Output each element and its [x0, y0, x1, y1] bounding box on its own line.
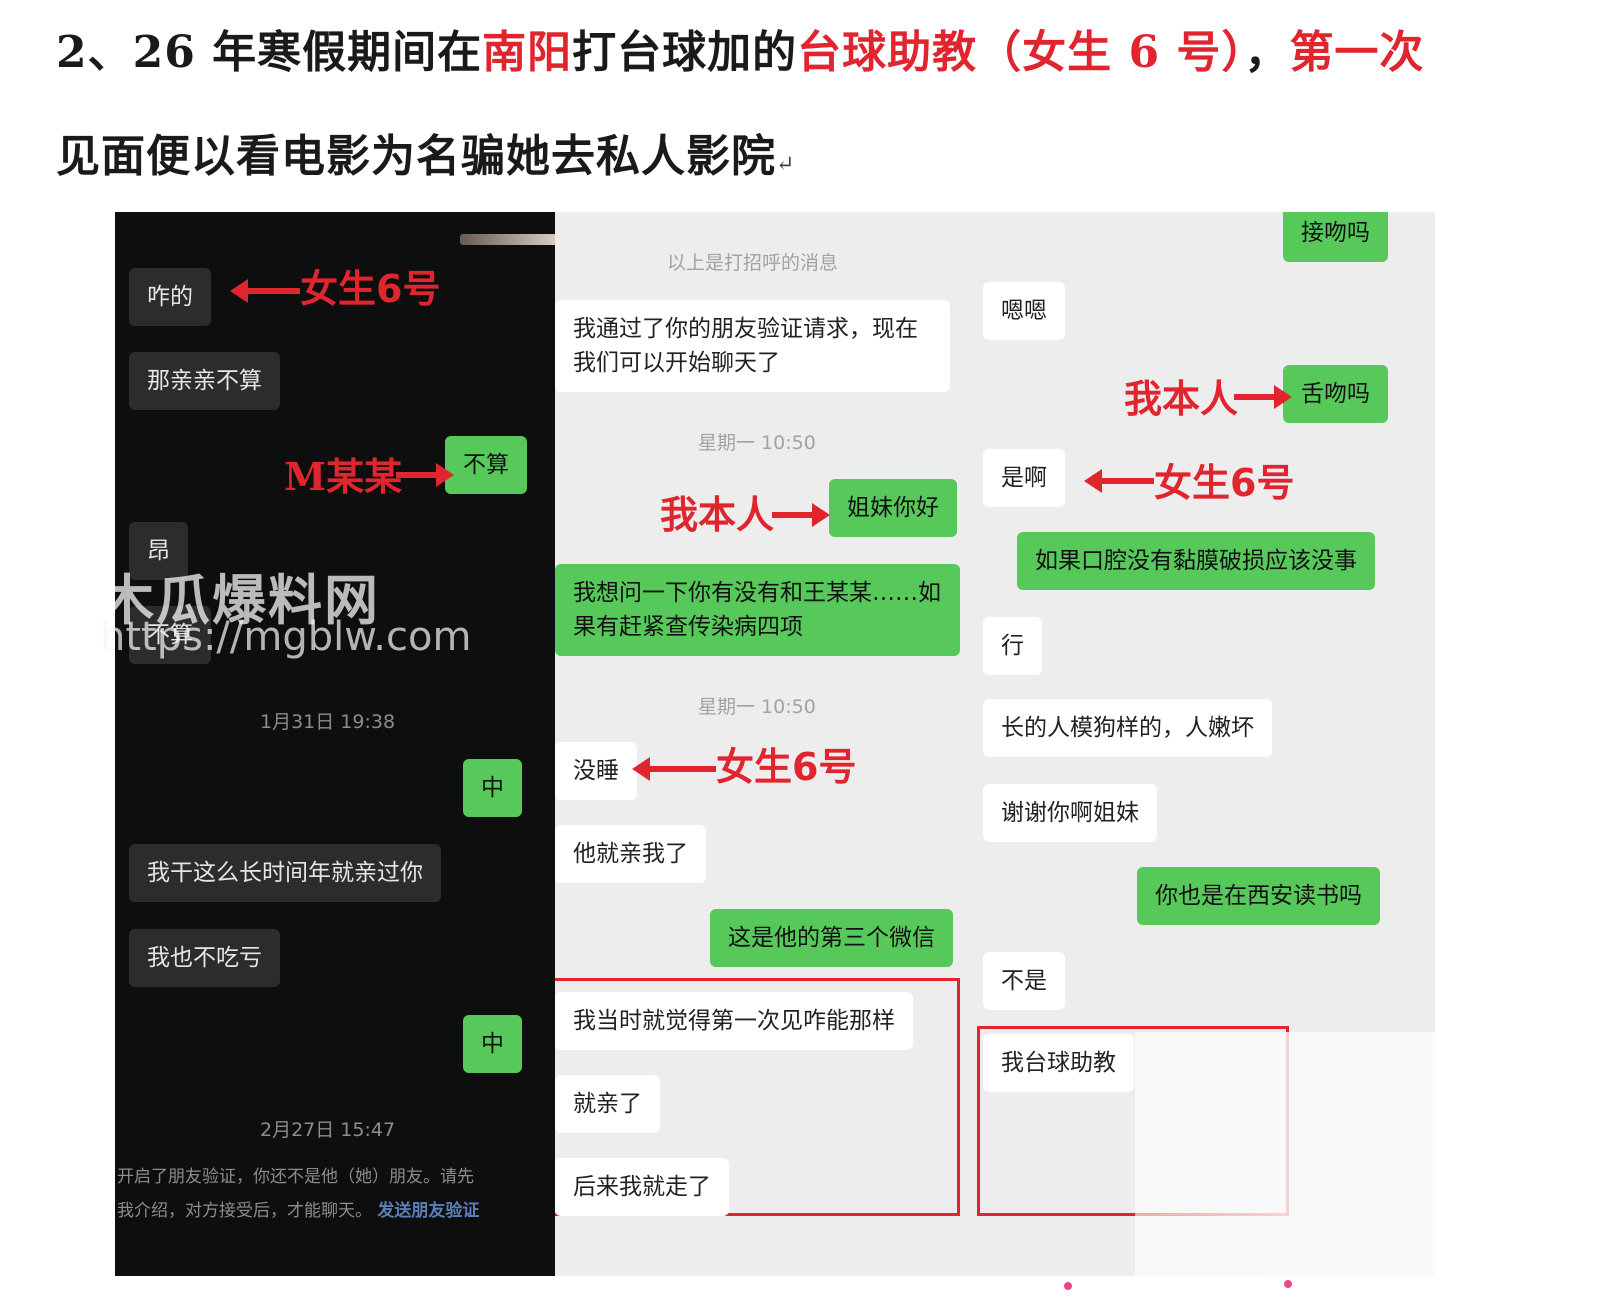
heading-line-1: 2、26 年寒假期间在南阳打台球加的台球助教（女生 6 号），第一次: [56, 16, 1424, 80]
message-zhangde: 长的人模狗样的，人嫩坏: [983, 699, 1272, 757]
return-mark: ↵: [776, 152, 796, 177]
message-houlai: 后来我就走了: [555, 1158, 729, 1216]
arrow-to-meishui: [632, 757, 716, 781]
message-naqin: 那亲亲不算: [129, 352, 280, 410]
annotation-girl6-1: 女生6号: [300, 267, 441, 311]
right-chat-screenshot: 以上是打招呼的消息 我通过了你的朋友验证请求，现在我们可以开始聊天了 星期一 1…: [555, 212, 1435, 1276]
heading-segment: 第一次: [1289, 27, 1425, 78]
arrow-to-shewen: [1234, 385, 1292, 409]
message-zhujiao: 我台球助教: [983, 1034, 1134, 1092]
watermark-url: https://mgblw.com: [100, 614, 472, 660]
arrow-to-shia: [1084, 469, 1154, 493]
greeting-hint: 以上是打招呼的消息: [667, 252, 839, 274]
heading-segment: 2、26 年寒假期间在: [56, 27, 483, 78]
arrow-to-zha: [230, 279, 300, 303]
timestamp-feb27: 2月27日 15:47: [260, 1119, 396, 1141]
message-disan: 这是他的第三个微信: [710, 909, 953, 967]
message-jiewen: 接吻吗: [1283, 212, 1388, 262]
message-enen: 嗯嗯: [983, 282, 1065, 340]
message-xiexie: 谢谢你啊姐妹: [983, 784, 1157, 842]
message-kouqiang: 如果口腔没有黏膜破损应该没事: [1017, 532, 1375, 590]
annotation-myself-2: 我本人: [660, 493, 775, 537]
annotation-girl6-3: 女生6号: [716, 745, 857, 789]
message-meishui: 没睡: [555, 742, 637, 800]
arrow-to-jiemei: [772, 503, 830, 527]
heading-segment: 台球助教（女生 6 号）: [797, 27, 1245, 78]
heading-segment: ，: [1244, 27, 1290, 78]
timestamp-jan31: 1月31日 19:38: [260, 711, 396, 733]
message-wobuchi: 我也不吃亏: [129, 929, 280, 987]
friend-verification-note-2: 我介绍，对方接受后，才能聊天。 发送朋友验证: [117, 1196, 479, 1221]
decoration-dot-1: [1064, 1282, 1072, 1290]
heading-line-2-text: 见面便以看电影为名骗她去私人影院: [56, 131, 776, 182]
message-zhong-2: 中: [463, 1015, 522, 1073]
timestamp-monday-2: 星期一 10:50: [698, 696, 816, 718]
message-shewen: 舌吻吗: [1283, 365, 1388, 423]
timestamp-monday-1: 星期一 10:50: [698, 432, 816, 454]
message-xing: 行: [983, 617, 1042, 675]
friend-verification-note-2-text: 我介绍，对方接受后，才能聊天。: [117, 1201, 372, 1221]
blurred-region: [1135, 1032, 1435, 1276]
annotation-myself-1: 我本人: [1124, 377, 1239, 421]
decoration-dot-2: [1284, 1280, 1292, 1288]
message-wogan: 我干这么长时间年就亲过你: [129, 844, 441, 902]
friend-verification-note-1: 开启了朋友验证，你还不是他（她）朋友。请先: [117, 1167, 474, 1187]
message-zha: 咋的: [129, 268, 211, 326]
message-shia: 是啊: [983, 449, 1065, 507]
message-dangshi: 我当时就觉得第一次见咋能那样: [555, 992, 913, 1050]
message-jiuqin: 就亲了: [555, 1075, 660, 1133]
heading-line-2: 见面便以看电影为名骗她去私人影院↵: [56, 120, 795, 184]
blurred-header-bar: [460, 234, 555, 245]
left-chat-screenshot: 咋的 那亲亲不算 不算 昂 不算 1月31日 19:38 中 我干这么长时间年就…: [115, 212, 555, 1276]
message-bushi: 不是: [983, 952, 1065, 1010]
message-xian: 你也是在西安读书吗: [1137, 867, 1380, 925]
arrow-to-busuan: [396, 463, 454, 487]
heading-segment: 南阳: [482, 27, 573, 78]
message-question: 我想问一下你有没有和王某某……如果有赶紧查传染病四项: [555, 564, 960, 656]
message-busuan-sent: 不算: [445, 436, 527, 494]
annotation-mmoumou: M某某: [284, 454, 403, 499]
send-verification-link[interactable]: 发送朋友验证: [377, 1201, 479, 1221]
message-verify-accepted: 我通过了你的朋友验证请求，现在我们可以开始聊天了: [555, 300, 950, 392]
message-jiemei: 姐妹你好: [829, 479, 957, 537]
message-taqin: 他就亲我了: [555, 825, 706, 883]
message-zhong-1: 中: [463, 759, 522, 817]
heading-segment: 打台球加的: [572, 27, 798, 78]
annotation-girl6-2: 女生6号: [1154, 461, 1295, 505]
